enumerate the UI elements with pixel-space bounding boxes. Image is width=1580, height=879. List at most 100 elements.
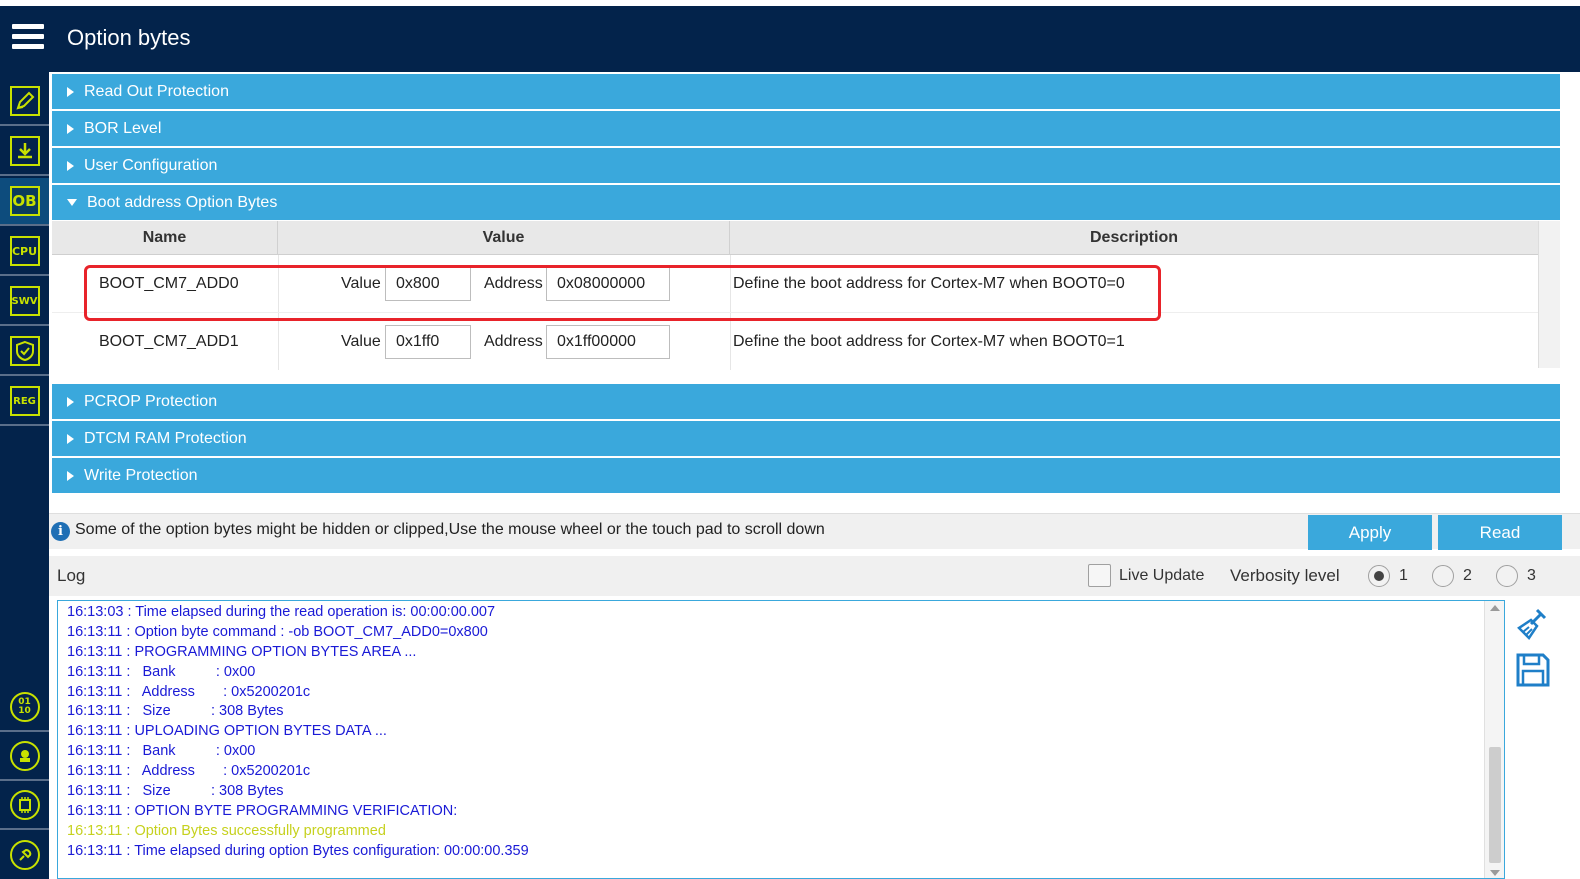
log-scrollbar[interactable] — [1484, 601, 1504, 878]
column-header-name: Name — [52, 221, 278, 255]
section-label: BOR Level — [84, 119, 162, 137]
verbosity-option-label: 2 — [1463, 567, 1472, 584]
info-bar: i Some of the option bytes might be hidd… — [49, 513, 1580, 550]
swv-icon: SWV — [9, 286, 40, 316]
log-line: 16:13:11 : Time elapsed during option By… — [67, 842, 529, 859]
section-label: Boot address Option Bytes — [87, 193, 278, 211]
chip-icon — [9, 790, 40, 820]
boot-address-table: Name Value Description BOOT_CM7_ADD0 Val… — [52, 221, 1560, 370]
expand-arrow-icon — [67, 470, 74, 481]
live-update-label: Live Update — [1119, 567, 1205, 584]
verbosity-option-label: 1 — [1399, 567, 1408, 584]
registers-icon: REG — [9, 386, 40, 416]
sidebar-item-memory-edit[interactable] — [0, 78, 49, 126]
option-description: Define the boot address for Cortex-M7 wh… — [733, 274, 1125, 292]
sidebar-item-binary[interactable]: 01 10 — [0, 684, 49, 732]
verbosity-radio-1[interactable] — [1368, 565, 1390, 587]
page-title: Option bytes — [67, 25, 191, 50]
log-line: 16:13:11 : Size : 308 Bytes — [67, 783, 284, 800]
log-line: 16:13:11 : Size : 308 Bytes — [67, 703, 284, 720]
address-input[interactable]: 0x1ff00000 — [546, 325, 670, 359]
option-bytes-icon: OB — [9, 186, 40, 216]
cpu-icon: CPU — [9, 236, 40, 266]
info-message: Some of the option bytes might be hidden… — [75, 521, 825, 538]
section-label: Write Protection — [84, 466, 198, 484]
value-input[interactable]: 0x800 — [385, 267, 471, 301]
sidebar-item-plugin[interactable] — [0, 831, 49, 879]
sidebar-item-registers[interactable]: REG — [0, 378, 49, 426]
scroll-up-icon[interactable] — [1490, 605, 1500, 611]
sidebar-item-download[interactable] — [0, 128, 49, 176]
log-line: 16:13:11 : Address : 0x5200201c — [67, 763, 311, 780]
expand-arrow-icon — [67, 433, 74, 444]
address-label: Address — [484, 332, 543, 350]
log-output[interactable]: 16:13:03 : Time elapsed during the read … — [57, 600, 1505, 879]
log-line: 16:13:11 : Option Bytes successfully pro… — [67, 822, 386, 839]
expand-arrow-icon — [67, 396, 74, 407]
sidebar: OB CPU SWV REG 01 10 — [0, 72, 49, 879]
beta-icon — [9, 741, 40, 771]
column-header-description: Description — [1089, 229, 1178, 246]
option-description: Define the boot address for Cortex-M7 wh… — [733, 332, 1125, 350]
section-label: User Configuration — [84, 156, 218, 174]
verbosity-radio-2[interactable] — [1432, 565, 1454, 587]
log-line: 16:13:11 : Bank : 0x00 — [67, 743, 256, 760]
table-row: BOOT_CM7_ADD0 Value 0x800 Address 0x0800… — [52, 255, 1538, 312]
log-line: 16:13:11 : Address : 0x5200201c — [67, 683, 311, 700]
address-label: Address — [484, 274, 543, 292]
sidebar-item-option-bytes[interactable]: OB — [0, 178, 49, 226]
table-header: Name Value Description — [52, 221, 1538, 255]
section-user-configuration[interactable]: User Configuration — [52, 148, 1560, 183]
column-header-value: Value — [278, 221, 730, 255]
title-bar: Option bytes — [0, 0, 1580, 72]
expand-arrow-icon — [67, 86, 74, 97]
section-pcrop-protection[interactable]: PCROP Protection — [52, 384, 1560, 419]
sidebar-item-chip[interactable] — [0, 782, 49, 830]
address-input[interactable]: 0x08000000 — [546, 267, 670, 301]
value-label: Value — [341, 274, 381, 292]
live-update-checkbox[interactable] — [1088, 564, 1111, 587]
log-header: Log Live Update Verbosity level 1 2 3 — [49, 556, 1580, 596]
scroll-down-icon[interactable] — [1490, 870, 1500, 876]
section-dtcm-ram-protection[interactable]: DTCM RAM Protection — [52, 421, 1560, 456]
log-line: 16:13:11 : OPTION BYTE PROGRAMMING VERIF… — [67, 802, 458, 819]
section-bor-level[interactable]: BOR Level — [52, 111, 1560, 146]
option-name: BOOT_CM7_ADD1 — [99, 332, 239, 350]
log-line: 16:13:11 : Option byte command : -ob BOO… — [67, 623, 488, 640]
sidebar-item-swv[interactable]: SWV — [0, 278, 49, 326]
column-divider — [278, 255, 279, 312]
sidebar-item-security[interactable] — [0, 328, 49, 376]
expand-arrow-icon — [67, 123, 74, 134]
collapse-arrow-icon — [67, 199, 77, 206]
log-title: Log — [57, 566, 86, 585]
scroll-thumb[interactable] — [1489, 747, 1501, 863]
clear-log-icon — [1517, 608, 1547, 640]
binary-icon: 01 10 — [9, 692, 40, 722]
column-divider — [278, 313, 279, 370]
clear-log-button[interactable] — [1515, 606, 1551, 642]
sidebar-item-beta[interactable] — [0, 733, 49, 781]
security-shield-icon — [9, 336, 40, 366]
log-lines: 16:13:03 : Time elapsed during the read … — [67, 603, 1467, 862]
table-scrollbar[interactable] — [1538, 221, 1560, 368]
section-read-out-protection[interactable]: Read Out Protection — [52, 74, 1560, 109]
section-label: PCROP Protection — [84, 392, 218, 410]
table-row: BOOT_CM7_ADD1 Value 0x1ff0 Address 0x1ff… — [52, 312, 1538, 370]
verbosity-radio-3[interactable] — [1496, 565, 1518, 587]
value-input[interactable]: 0x1ff0 — [385, 325, 471, 359]
edit-icon — [9, 86, 40, 116]
sidebar-item-cpu[interactable]: CPU — [0, 228, 49, 276]
read-button[interactable]: Read — [1438, 515, 1562, 550]
section-write-protection[interactable]: Write Protection — [52, 458, 1560, 493]
hamburger-menu-icon[interactable] — [12, 24, 44, 52]
plugin-icon — [9, 840, 40, 870]
value-label: Value — [341, 332, 381, 350]
log-line: 16:13:11 : Bank : 0x00 — [67, 663, 256, 680]
save-log-icon — [1516, 653, 1550, 687]
log-line: 16:13:11 : PROGRAMMING OPTION BYTES AREA… — [67, 643, 417, 660]
save-log-button[interactable] — [1515, 652, 1551, 688]
apply-button[interactable]: Apply — [1308, 515, 1432, 550]
verbosity-option-label: 3 — [1527, 567, 1536, 584]
expand-arrow-icon — [67, 160, 74, 171]
section-boot-address[interactable]: Boot address Option Bytes — [52, 185, 1560, 220]
